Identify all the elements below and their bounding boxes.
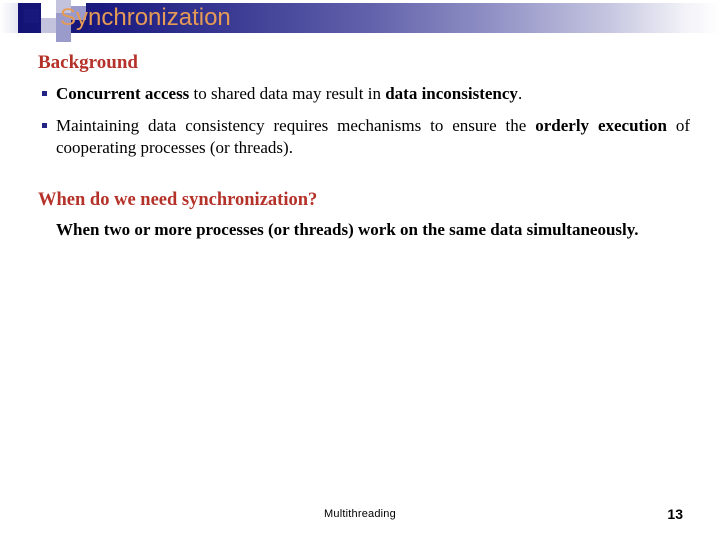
header-decoration-tile-2	[24, 9, 39, 23]
slide-header: Synchronization	[0, 0, 720, 44]
bullet-item: Concurrent access to shared data may res…	[42, 83, 690, 106]
section-heading-when-synchronization: When do we need synchronization?	[38, 189, 318, 210]
footer-page-number: 13	[667, 506, 683, 522]
square-bullet-icon	[42, 122, 47, 128]
section-heading-background: Background	[38, 52, 138, 73]
header-decoration-tile-11	[41, 33, 56, 42]
square-bullet-icon	[42, 91, 47, 96]
header-decoration-tile-3	[41, 3, 56, 18]
vertical-spacer	[0, 160, 720, 190]
slide-body: Background Concurrent access to shared d…	[0, 52, 720, 241]
bullet-text: Maintaining data consistency requires me…	[56, 115, 690, 158]
answer-paragraph: When two or more processes (or threads) …	[56, 219, 639, 239]
bullet-text: Concurrent access to shared data may res…	[56, 84, 523, 103]
footer-label: Multithreading	[324, 508, 396, 520]
header-decoration-tile-4	[41, 18, 56, 33]
bullet-item: Maintaining data consistency requires me…	[42, 115, 690, 160]
header-decoration-tile-1	[0, 3, 18, 33]
slide-footer: Multithreading 13	[0, 506, 720, 532]
slide-title: Synchronization	[60, 4, 231, 31]
